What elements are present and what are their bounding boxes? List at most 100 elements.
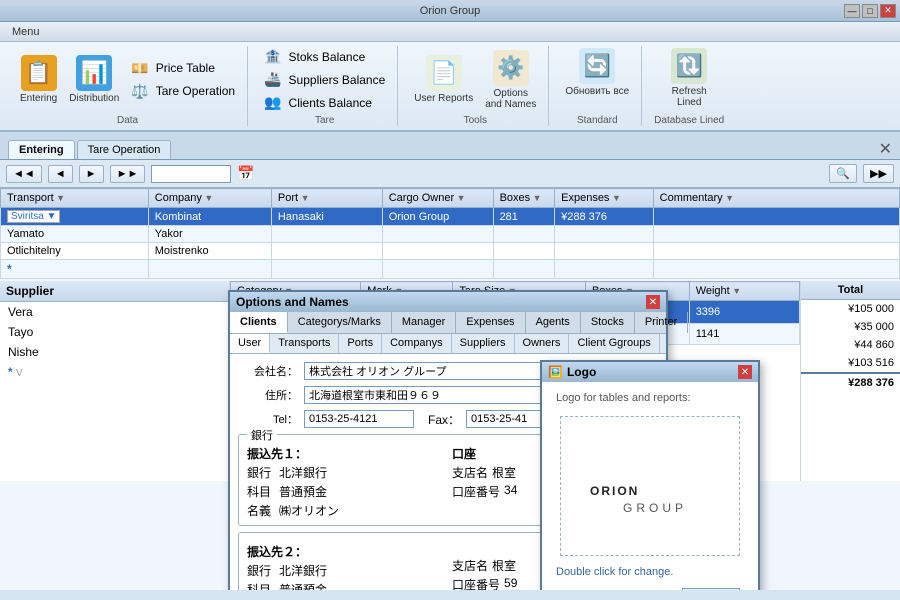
bank2-branch-value: 根室 [492,557,516,574]
price-icon: 💴 [131,60,148,77]
tab-expenses[interactable]: Expenses [456,312,525,333]
ribbon-group-standard: 🔄 Обновить все Standard [553,46,642,126]
bank1-name-value: ㈱オリオン [279,502,339,519]
minimize-button[interactable]: — [844,4,860,18]
bank1-number-label: 口座番号 [452,483,500,500]
options-title-bar: Options and Names ✕ [230,292,666,312]
col-cargo-owner[interactable]: Cargo Owner [382,189,493,208]
tab-manager[interactable]: Manager [392,312,456,333]
tab-printer[interactable]: Printer [635,312,688,333]
tab-entering[interactable]: Entering [8,140,75,159]
bank1-bank-row: 銀行 北洋銀行 [247,464,444,481]
logo-close-button[interactable]: ✕ [738,365,752,379]
supplier-item-vera[interactable]: Vera [0,302,229,322]
bank2-bank-value: 北洋銀行 [279,562,327,579]
tab-clients[interactable]: Clients [230,312,288,333]
table-row-new[interactable]: * [1,260,900,279]
main-table: Transport Company Port Cargo Owner Boxes… [0,188,900,279]
bank1-label: 銀行 [247,427,277,443]
cell-boxes [493,226,555,243]
grand-total: ¥288 376 [801,372,900,392]
nav-last-button[interactable]: ►► [110,165,146,183]
subtab-transports[interactable]: Transports [270,334,339,353]
maximize-button[interactable]: □ [862,4,878,18]
reports-icon: 📄 [426,55,462,91]
table-row[interactable]: Otlichitelny Moistrenko [1,243,900,260]
options-names-button[interactable]: ⚙️ Optionsand Names [481,48,540,112]
bank1-name-label: 名義 [247,502,275,519]
date-input[interactable]: 04.02.2011 [151,165,231,183]
bank2-bank-label: 銀行 [247,562,275,579]
stoks-balance-button[interactable]: 🏦 Stoks Balance [260,46,389,67]
cell-cargo-owner: Orion Group [382,208,493,226]
clients-icon: 👥 [264,94,281,111]
col-weight[interactable]: Weight [689,282,799,301]
tab-categorys[interactable]: Categorys/Marks [288,312,392,333]
close-tab-button[interactable]: ✕ [879,139,892,159]
subtab-ports[interactable]: Ports [339,334,382,353]
tare-operation-button[interactable]: ⚖️ Tare Operation [127,81,239,102]
cell-transport: Yamato [1,226,149,243]
db-group-label: Database Lined [654,115,724,126]
tare-icon: ⚖️ [131,83,148,100]
menu-bar: Menu [0,22,900,42]
bank1-title: 振込先１： [247,445,444,462]
tab-agents[interactable]: Agents [526,312,581,333]
cell-empty [653,260,899,279]
options-close-button[interactable]: ✕ [646,295,660,309]
logo-dialog-title: Logo [567,365,738,379]
distribution-button[interactable]: 📊 Distribution [65,53,123,106]
col-expenses[interactable]: Expenses [555,189,654,208]
user-reports-button[interactable]: 📄 User Reports [410,53,477,106]
col-port[interactable]: Port [271,189,382,208]
supplier-item-tayo[interactable]: Tayo [0,322,229,342]
ribbon-group-data: 📋 Entering 📊 Distribution 💴 Price Table … [8,46,248,126]
subtab-suppliers[interactable]: Suppliers [452,334,515,353]
tab-tare-operation[interactable]: Tare Operation [77,140,172,159]
update-label: Обновить все [565,86,629,97]
subtab-client-ggroups[interactable]: Client Ggroups [569,334,659,353]
refresh-icon: 🔃 [671,48,707,84]
window-controls: — □ ✕ [844,4,896,18]
col-company[interactable]: Company [148,189,271,208]
tel-label: Tel： [238,411,298,427]
clients-balance-button[interactable]: 👥 Clients Balance [260,92,389,113]
logo-ok-button[interactable]: OK [682,588,740,590]
transport-dropdown[interactable]: Sviritsa ▼ [7,210,60,223]
supplier-item-nishe[interactable]: Nishe [0,342,229,362]
entering-button[interactable]: 📋 Entering [16,53,61,106]
tel-input[interactable] [304,410,414,428]
subtab-companys[interactable]: Companys [382,334,452,353]
bank2-branch-label: 支店名 [452,557,488,574]
col-boxes[interactable]: Boxes [493,189,555,208]
search-button[interactable]: 🔍 [829,164,857,183]
cell-commentary [653,226,899,243]
ribbon-group-tare: 🏦 Stoks Balance 🚢 Suppliers Balance 👥 Cl… [252,46,398,126]
logo-preview-area[interactable]: ORION GROUP [560,416,740,556]
update-all-button[interactable]: 🔄 Обновить все [561,46,633,99]
col-transport[interactable]: Transport [1,189,149,208]
nav-first-button[interactable]: ◄◄ [6,165,42,183]
nav-next-button[interactable]: ► [79,165,104,183]
menu-item-menu[interactable]: Menu [4,24,48,40]
subtab-user[interactable]: User [230,334,270,353]
forward-button[interactable]: ▶▶ [863,164,894,183]
refresh-lined-button[interactable]: 🔃 RefreshLined [667,46,711,110]
entering-icon: 📋 [21,55,57,91]
table-row[interactable]: Yamato Yakor [1,226,900,243]
supplier-item-new[interactable]: * V [0,362,229,382]
suppliers-balance-button[interactable]: 🚢 Suppliers Balance [260,69,389,90]
col-commentary[interactable]: Commentary [653,189,899,208]
price-table-button[interactable]: 💴 Price Table [127,58,239,79]
calendar-icon[interactable]: 📅 [237,165,254,182]
nav-prev-button[interactable]: ◄ [48,165,73,183]
options-dialog-title: Options and Names [236,295,349,309]
table-row[interactable]: Sviritsa ▼ Kombinat Hanasaki Orion Group… [1,208,900,226]
options-icon: ⚙️ [493,50,529,86]
cell-cargo-owner [382,226,493,243]
tab-stocks[interactable]: Stocks [581,312,635,333]
bank1-bank-label: 銀行 [247,464,275,481]
close-button[interactable]: ✕ [880,4,896,18]
subtab-owners[interactable]: Owners [515,334,570,353]
bank2-title: 振込先２： [247,543,444,560]
